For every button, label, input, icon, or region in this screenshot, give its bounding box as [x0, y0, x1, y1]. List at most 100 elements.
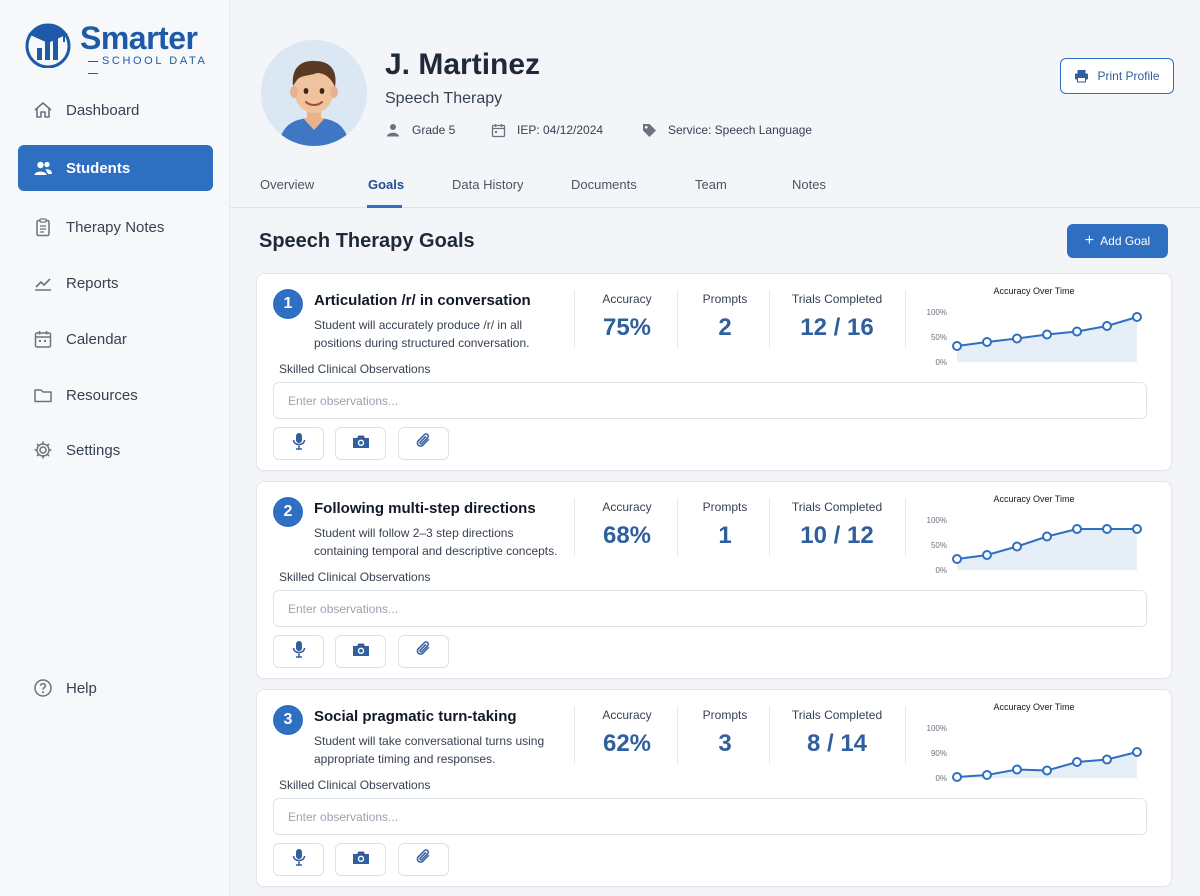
- y-tick-label: 100%: [927, 724, 947, 733]
- logo-mark-icon: [25, 23, 71, 68]
- attach-file-button[interactable]: [398, 427, 449, 460]
- goal-card: 1 Articulation /r/ in conversation Stude…: [256, 273, 1172, 471]
- add-goal-label: Add Goal: [1100, 234, 1151, 248]
- goal-description: Student will take conversational turns u…: [314, 734, 545, 766]
- divider: [905, 498, 906, 556]
- print-profile-button[interactable]: Print Profile: [1060, 58, 1174, 94]
- divider: [905, 290, 906, 348]
- data-point: [1102, 321, 1112, 331]
- sidebar-item-help[interactable]: Help: [18, 665, 213, 711]
- data-point: [1132, 524, 1142, 534]
- data-point: [982, 337, 992, 347]
- data-point: [1102, 524, 1112, 534]
- sidebar-item-students[interactable]: Students: [18, 145, 213, 191]
- sidebar-item-settings[interactable]: Settings: [18, 427, 213, 473]
- sidebar-item-calendar[interactable]: Calendar: [18, 316, 213, 362]
- divider: [769, 290, 770, 348]
- record-audio-button[interactable]: [273, 427, 324, 460]
- prompts-stat: Prompts 1: [679, 500, 771, 550]
- add-photo-button[interactable]: [335, 635, 386, 668]
- student-iep: IEP: 04/12/2024: [490, 122, 603, 138]
- accuracy-value: 75%: [602, 314, 652, 341]
- clipboard-icon: [32, 216, 54, 238]
- student-program: Speech Therapy: [385, 90, 503, 107]
- grade-label: Grade 5: [412, 123, 456, 137]
- sidebar-item-reports[interactable]: Reports: [18, 260, 213, 306]
- sidebar-item-label: Resources: [66, 386, 138, 404]
- goal-title: Social pragmatic turn-taking: [314, 708, 517, 725]
- trend-chart-icon: [32, 272, 54, 294]
- data-point: [952, 341, 962, 351]
- chart-title: Accuracy Over Time: [993, 286, 1074, 296]
- tab-team[interactable]: Team: [695, 177, 727, 192]
- users-icon: [32, 157, 54, 179]
- record-audio-button[interactable]: [273, 843, 324, 876]
- data-point: [1012, 764, 1022, 775]
- data-point: [952, 554, 962, 564]
- brand-logo[interactable]: Smarter SCHOOL DATA: [24, 16, 214, 72]
- tab-notes[interactable]: Notes: [792, 177, 826, 192]
- person-icon: [385, 122, 401, 138]
- add-goal-button[interactable]: + Add Goal: [1067, 224, 1168, 258]
- prompts-value: 2: [718, 314, 732, 341]
- observations-input[interactable]: [273, 798, 1147, 835]
- attach-file-button[interactable]: [398, 635, 449, 668]
- plus-icon: +: [1084, 232, 1095, 249]
- record-audio-button[interactable]: [273, 635, 324, 668]
- camera-icon: [352, 850, 370, 870]
- active-tab-indicator: [367, 205, 402, 208]
- trials-value: 10 / 12: [800, 522, 874, 549]
- goal-card: 2 Following multi-step directions Studen…: [256, 481, 1172, 679]
- trials-value: 8 / 14: [806, 730, 868, 757]
- data-point: [1042, 329, 1052, 340]
- divider: [905, 706, 906, 764]
- y-tick-label: 100%: [927, 516, 947, 525]
- folder-icon: [32, 384, 54, 406]
- divider: [769, 706, 770, 764]
- accuracy-chart: Accuracy Over Time 100% 90% 0%: [927, 702, 1142, 783]
- avatar-illustration: [261, 40, 367, 146]
- tab-data-history[interactable]: Data History: [452, 177, 524, 192]
- accuracy-stat: Accuracy 75%: [579, 292, 675, 342]
- divider: [574, 706, 575, 764]
- data-point: [982, 770, 992, 780]
- page-title: Speech Therapy Goals: [259, 230, 475, 252]
- accuracy-value: 62%: [602, 730, 652, 757]
- data-point: [1012, 333, 1022, 344]
- tag-icon: [641, 122, 657, 138]
- student-avatar: [261, 40, 367, 146]
- accuracy-label: Accuracy: [602, 500, 652, 514]
- tab-goals[interactable]: Goals: [368, 177, 404, 192]
- add-photo-button[interactable]: [335, 427, 386, 460]
- trials-label: Trials Completed: [791, 292, 883, 306]
- observations-label: Skilled Clinical Observations: [279, 362, 431, 376]
- goal-number-badge: 1: [273, 289, 303, 319]
- y-tick-label: 50%: [931, 333, 947, 342]
- paperclip-icon: [416, 640, 432, 663]
- sidebar-item-therapy-notes[interactable]: Therapy Notes: [18, 204, 213, 250]
- brand-subtitle: SCHOOL DATA: [84, 55, 214, 79]
- goal-title: Following multi-step directions: [314, 500, 536, 517]
- divider: [574, 290, 575, 348]
- data-point: [1012, 541, 1022, 552]
- y-tick-label: 0%: [935, 358, 947, 367]
- goal-card: 3 Social pragmatic turn-taking Student w…: [256, 689, 1172, 887]
- paperclip-icon: [416, 432, 432, 455]
- add-photo-button[interactable]: [335, 843, 386, 876]
- prompts-value: 1: [718, 522, 732, 549]
- chart-title: Accuracy Over Time: [993, 702, 1074, 712]
- sidebar-item-label: Help: [66, 679, 97, 697]
- student-name: J. Martinez: [385, 48, 541, 81]
- tab-documents[interactable]: Documents: [571, 177, 637, 192]
- accuracy-chart: Accuracy Over Time 100% 50% 0%: [927, 494, 1142, 575]
- observations-input[interactable]: [273, 382, 1147, 419]
- data-point: [1102, 754, 1112, 765]
- sidebar-item-dashboard[interactable]: Dashboard: [18, 87, 213, 133]
- sidebar-item-resources[interactable]: Resources: [18, 372, 213, 418]
- data-point: [952, 772, 962, 782]
- calendar-icon: [490, 122, 506, 138]
- tab-overview[interactable]: Overview: [260, 177, 314, 192]
- observations-input[interactable]: [273, 590, 1147, 627]
- attach-file-button[interactable]: [398, 843, 449, 876]
- accuracy-label: Accuracy: [602, 708, 652, 722]
